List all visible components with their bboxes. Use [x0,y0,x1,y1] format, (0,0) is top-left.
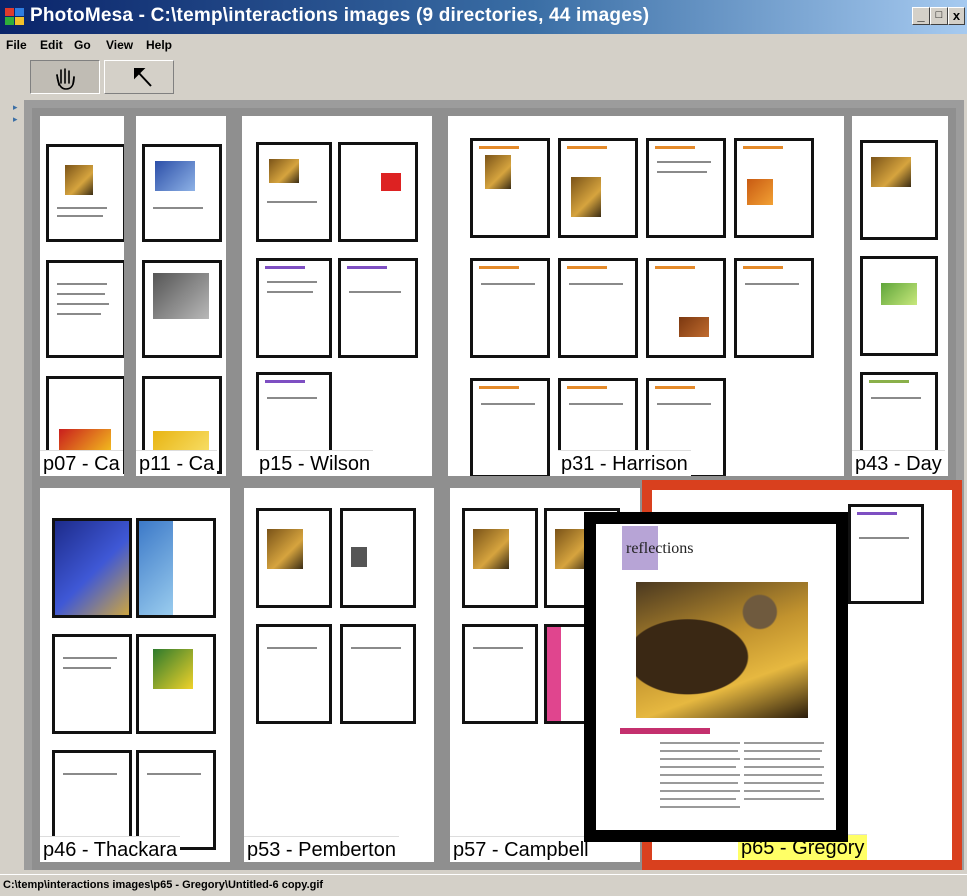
group-content: p07 - Ca [40,116,124,476]
image-thumbnail[interactable] [558,258,638,358]
group-p31[interactable]: p31 - Harrison [440,108,852,484]
image-thumbnail[interactable] [338,142,418,242]
image-thumbnail[interactable] [256,258,332,358]
image-thumbnail[interactable] [860,256,938,356]
title-bar[interactable]: PhotoMesa - C:\temp\interactions images … [0,0,967,34]
group-label: p53 - Pemberton [244,836,399,862]
group-label: p43 - Day [852,450,945,476]
group-p11[interactable]: p11 - Ca [128,108,234,484]
group-p43[interactable]: p43 - Day [844,108,956,484]
group-p53[interactable]: p53 - Pemberton [236,480,442,870]
group-p07[interactable]: p07 - Ca [32,108,132,484]
group-p46[interactable]: p46 - Thackara [32,480,238,870]
image-thumbnail[interactable] [860,140,938,240]
image-thumbnail[interactable] [470,258,550,358]
image-thumbnail[interactable] [734,138,814,238]
image-thumbnail[interactable] [462,508,538,608]
group-label: p46 - Thackara [40,836,181,862]
image-thumbnail[interactable] [46,144,124,242]
image-thumbnail[interactable] [52,518,132,618]
maximize-button[interactable]: □ [930,7,948,25]
image-thumbnail[interactable] [52,634,132,734]
expand-arrow-icon[interactable]: ▸ [13,114,18,125]
group-content: p15 - Wilson [242,116,432,476]
group-content: p43 - Day [852,116,948,476]
image-thumbnail[interactable] [142,260,222,358]
left-gutter: ▸ ▸ [10,100,24,870]
image-thumbnail[interactable] [462,624,538,724]
image-thumbnail[interactable] [558,138,638,238]
group-content: p11 - Ca [136,116,226,476]
group-content: p46 - Thackara [40,488,230,862]
app-icon [5,8,25,26]
image-thumbnail[interactable] [470,138,550,238]
group-label: p57 - Campbell [450,836,592,862]
image-thumbnail[interactable] [646,138,726,238]
hand-icon [56,68,75,90]
image-thumbnail[interactable] [52,750,132,850]
group-label: p31 - Harrison [558,450,691,476]
group-content: p53 - Pemberton [244,488,434,862]
window-title: PhotoMesa - C:\temp\interactions images … [30,5,650,26]
image-thumbnail[interactable] [646,258,726,358]
group-label: p11 - Ca [136,450,218,476]
group-p15[interactable]: p15 - Wilson [234,108,440,484]
image-thumbnail[interactable] [338,258,418,358]
focus-title: reflections [626,540,694,557]
image-thumbnail[interactable] [142,144,222,242]
arrow-pointer-icon [134,68,152,87]
expand-arrow-icon[interactable]: ▸ [13,102,18,113]
menu-help[interactable]: Help [146,38,172,52]
image-thumbnail[interactable] [256,624,332,724]
status-path: C:\temp\interactions images\p65 - Gregor… [3,879,324,891]
image-thumbnail[interactable] [470,378,550,476]
image-thumbnail[interactable] [848,504,924,604]
menu-edit[interactable]: Edit [40,38,63,52]
image-thumbnail[interactable] [340,624,416,724]
photomesa-window: PhotoMesa - C:\temp\interactions images … [0,0,967,896]
menu-go[interactable]: Go [74,38,91,52]
focused-image[interactable]: reflections [584,512,848,842]
image-thumbnail[interactable] [136,750,216,850]
image-canvas[interactable]: p07 - Ca p11 - Ca p15 - Wilson p31 - Har… [24,100,964,870]
image-thumbnail[interactable] [256,142,332,242]
image-thumbnail[interactable] [256,508,332,608]
focus-heading-bar [620,728,710,734]
menu-file[interactable]: File [6,38,27,52]
image-thumbnail[interactable] [136,518,216,618]
close-button[interactable]: x [948,7,965,25]
menu-view[interactable]: View [106,38,133,52]
status-bar: C:\temp\interactions images\p65 - Gregor… [0,874,967,896]
toolbar [12,60,174,96]
group-content: p31 - Harrison [448,116,844,476]
image-thumbnail[interactable] [734,258,814,358]
image-thumbnail[interactable] [46,260,124,358]
focus-photo [636,582,808,718]
pan-tool-button[interactable] [30,60,100,94]
image-thumbnail[interactable] [136,634,216,734]
select-tool-button[interactable] [104,60,174,94]
group-label: p15 - Wilson [256,450,374,476]
menu-bar: File Edit Go View Help [0,36,967,56]
image-thumbnail[interactable] [340,508,416,608]
group-label: p07 - Ca [40,450,123,476]
minimize-button[interactable]: _ [912,7,930,25]
